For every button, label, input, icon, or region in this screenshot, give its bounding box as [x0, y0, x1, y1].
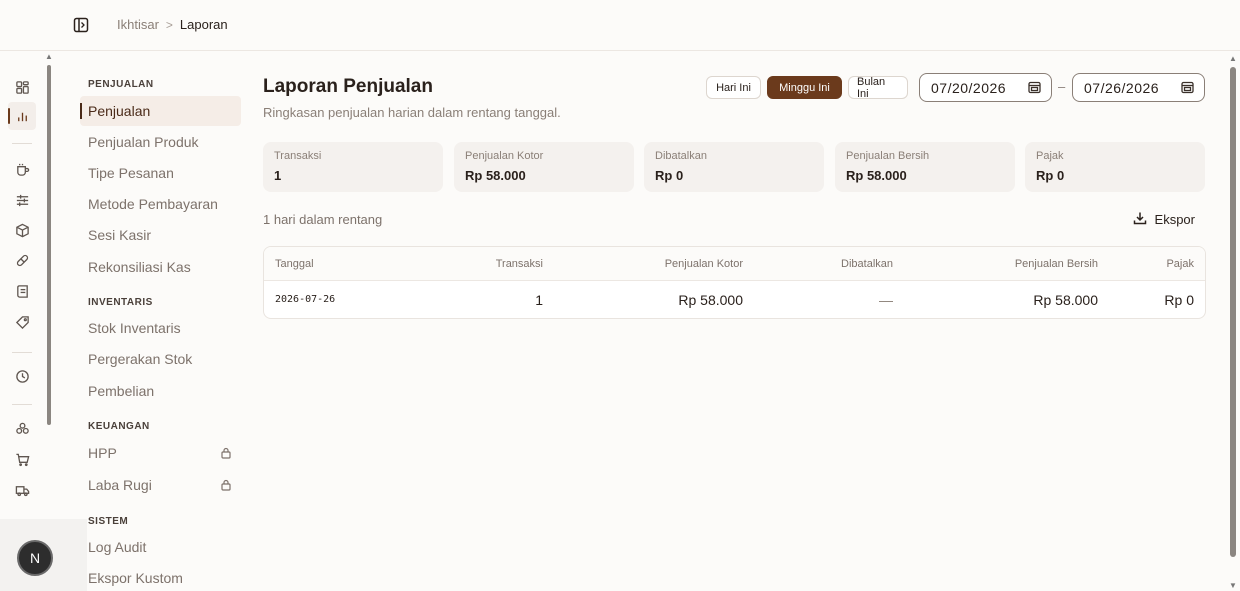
export-label: Ekspor: [1154, 212, 1195, 227]
cell-dibatalkan: —: [879, 291, 893, 308]
nav-item-pembelian[interactable]: Pembelian: [80, 376, 241, 406]
nav-item-hpp[interactable]: HPP: [80, 438, 241, 468]
date-to-value: 07/26/2026: [1084, 79, 1160, 96]
report-nav: PENJUALAN Penjualan Penjualan Produk Tip…: [80, 52, 245, 591]
rail-scroll-thumb[interactable]: [47, 65, 51, 425]
calendar-icon[interactable]: [1181, 81, 1194, 94]
stat-value: Rp 0: [655, 168, 684, 183]
sales-table: Tanggal Transaksi Penjualan Kotor Dibata…: [263, 246, 1206, 319]
date-to-field[interactable]: 07/26/2026: [1072, 73, 1205, 102]
nav-item-stok-inventaris[interactable]: Stok Inventaris: [80, 313, 241, 343]
column-header-penjualan-kotor[interactable]: Penjualan Kotor: [665, 247, 743, 280]
nav-item-label: HPP: [88, 445, 117, 461]
calendar-icon[interactable]: [1028, 81, 1041, 94]
breadcrumb: Ikhtisar > Laporan: [117, 17, 228, 32]
stat-card-pajak: Pajak Rp 0: [1025, 142, 1205, 192]
cell-penjualan-bersih: Rp 58.000: [1033, 291, 1098, 308]
date-from-value: 07/20/2026: [931, 79, 1007, 96]
rail-divider: [12, 404, 32, 405]
table-header: Tanggal Transaksi Penjualan Kotor Dibata…: [264, 247, 1205, 281]
table-row[interactable]: 2026-07-26 1 Rp 58.000 — Rp 58.000 Rp 0: [264, 281, 1205, 318]
stat-card-penjualan-kotor: Penjualan Kotor Rp 58.000: [454, 142, 634, 192]
range-today-button[interactable]: Hari Ini: [706, 76, 761, 99]
cell-tanggal: 2026-07-26: [275, 294, 336, 305]
nav-item-penjualan-produk[interactable]: Penjualan Produk: [80, 127, 241, 157]
stat-value: Rp 0: [1036, 168, 1065, 183]
sidebar-toggle-icon[interactable]: [73, 17, 89, 33]
stat-card-dibatalkan: Dibatalkan Rp 0: [644, 142, 824, 192]
nav-item-metode-pembayaran[interactable]: Metode Pembayaran: [80, 189, 241, 219]
truck-icon[interactable]: [8, 476, 36, 504]
page-scroll-thumb[interactable]: [1230, 67, 1236, 557]
cell-transaksi: 1: [535, 291, 543, 308]
stat-label: Pajak: [1036, 150, 1064, 162]
page-title: Laporan Penjualan: [263, 76, 433, 97]
scroll-down-icon[interactable]: ▼: [1229, 581, 1237, 590]
package-icon[interactable]: [8, 216, 36, 244]
nav-item-label: Laba Rugi: [88, 477, 152, 493]
stat-value: Rp 58.000: [846, 168, 907, 183]
column-header-pajak[interactable]: Pajak: [1166, 247, 1194, 280]
lock-icon: [221, 478, 231, 491]
top-bar: Ikhtisar > Laporan: [0, 0, 1240, 51]
cell-pajak: Rp 0: [1164, 291, 1194, 308]
stat-value: Rp 58.000: [465, 168, 526, 183]
nav-item-sesi-kasir[interactable]: Sesi Kasir: [80, 220, 241, 250]
nav-section-title: PENJUALAN: [88, 79, 154, 90]
report-chart-icon[interactable]: [8, 102, 36, 130]
tag-icon[interactable]: [8, 308, 36, 336]
nav-section-title: SISTEM: [88, 516, 129, 527]
nav-section-title: KEUANGAN: [88, 421, 150, 432]
nav-item-tipe-pesanan[interactable]: Tipe Pesanan: [80, 158, 241, 188]
lock-icon: [221, 446, 231, 459]
nav-item-log-audit[interactable]: Log Audit: [80, 532, 241, 562]
cart-icon[interactable]: [8, 445, 36, 473]
dashboard-icon[interactable]: [8, 73, 36, 101]
pill-icon[interactable]: [8, 246, 36, 274]
breadcrumb-parent[interactable]: Ikhtisar: [117, 17, 159, 32]
download-icon: [1133, 211, 1147, 228]
rail-divider: [12, 352, 32, 353]
sliders-icon[interactable]: [8, 186, 36, 214]
date-from-field[interactable]: 07/20/2026: [919, 73, 1052, 102]
breadcrumb-current: Laporan: [179, 17, 228, 32]
range-this-week-button[interactable]: Minggu Ini: [767, 76, 842, 99]
nav-section-title: INVENTARIS: [88, 297, 153, 308]
clock-icon[interactable]: [8, 362, 36, 390]
export-button[interactable]: Ekspor: [1133, 211, 1195, 228]
rail-divider: [12, 143, 32, 144]
cell-penjualan-kotor: Rp 58.000: [678, 291, 743, 308]
date-range-separator: –: [1058, 79, 1066, 94]
page-scrollbar[interactable]: ▲ ▼: [1227, 52, 1240, 591]
breadcrumb-separator: >: [165, 17, 173, 32]
nav-item-penjualan[interactable]: Penjualan: [80, 96, 241, 126]
column-header-transaksi[interactable]: Transaksi: [496, 247, 543, 280]
page-subtitle: Ringkasan penjualan harian dalam rentang…: [263, 105, 561, 120]
stat-label: Dibatalkan: [655, 150, 707, 162]
stat-label: Transaksi: [274, 150, 322, 162]
nav-item-pergerakan-stok[interactable]: Pergerakan Stok: [80, 344, 241, 374]
ingredients-icon[interactable]: [8, 414, 36, 442]
scroll-up-icon[interactable]: ▲: [1229, 54, 1237, 63]
range-day-count: 1 hari dalam rentang: [263, 212, 383, 227]
stat-card-penjualan-bersih: Penjualan Bersih Rp 58.000: [835, 142, 1015, 192]
column-header-tanggal[interactable]: Tanggal: [275, 247, 314, 280]
stat-label: Penjualan Kotor: [465, 150, 544, 162]
receipt-icon[interactable]: [8, 277, 36, 305]
rail-scrollbar[interactable]: ▲: [45, 52, 53, 527]
stat-label: Penjualan Bersih: [846, 150, 930, 162]
range-this-month-button[interactable]: Bulan Ini: [848, 76, 908, 100]
stat-value: 1: [274, 168, 282, 183]
user-avatar[interactable]: N: [17, 540, 53, 576]
coffee-cup-icon[interactable]: [8, 155, 36, 183]
column-header-dibatalkan[interactable]: Dibatalkan: [841, 247, 893, 280]
nav-item-ekspor-kustom[interactable]: Ekspor Kustom: [80, 563, 241, 591]
stat-card-transaksi: Transaksi 1: [263, 142, 443, 192]
column-header-penjualan-bersih[interactable]: Penjualan Bersih: [1015, 247, 1098, 280]
nav-item-laba-rugi[interactable]: Laba Rugi: [80, 470, 241, 500]
nav-item-rekonsiliasi-kas[interactable]: Rekonsiliasi Kas: [80, 252, 241, 282]
